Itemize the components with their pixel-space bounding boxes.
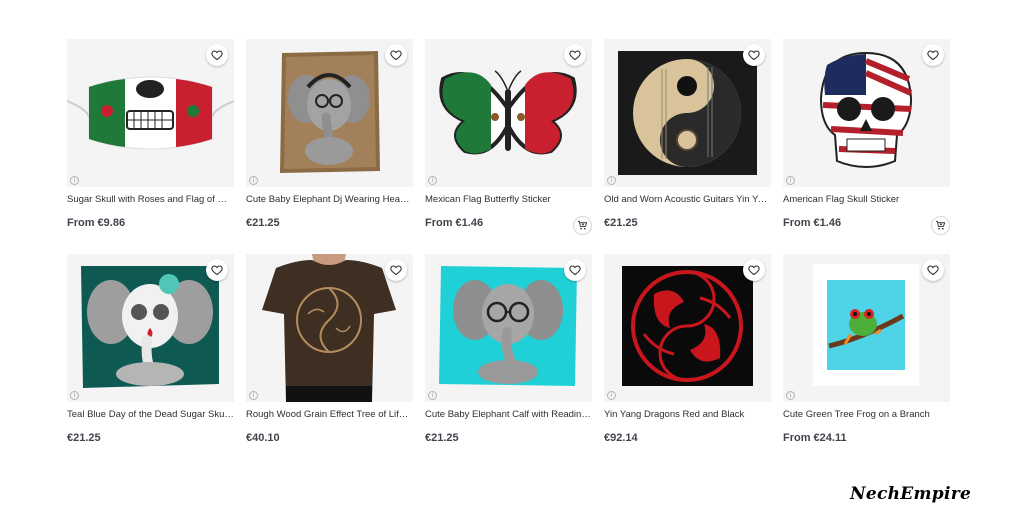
product-price: From €24.11 xyxy=(783,432,847,444)
product-price: €40.10 xyxy=(246,432,280,444)
favorite-heart-icon[interactable] xyxy=(564,44,586,66)
info-icon[interactable]: i xyxy=(70,391,79,400)
product-price: €21.25 xyxy=(67,432,101,444)
product-image[interactable]: i xyxy=(67,39,234,187)
info-icon[interactable]: i xyxy=(786,176,795,185)
info-icon[interactable]: i xyxy=(70,176,79,185)
product-title[interactable]: Mexican Flag Butterfly Sticker xyxy=(425,193,592,206)
favorite-heart-icon[interactable] xyxy=(564,259,586,281)
product-grid: i Sugar Skull with Roses and Flag of Mex… xyxy=(67,39,950,459)
product-card[interactable]: i Teal Blue Day of the Dead Sugar Skull … xyxy=(67,254,234,446)
product-title[interactable]: Cute Green Tree Frog on a Branch xyxy=(783,408,950,421)
info-icon[interactable]: i xyxy=(607,176,616,185)
product-title[interactable]: Cute Baby Elephant Dj Wearing Headphones xyxy=(246,193,413,206)
product-image[interactable]: i xyxy=(604,254,771,402)
product-image[interactable]: i xyxy=(246,39,413,187)
product-card[interactable]: i Yin Yang Dragons Red and Black €92.14 xyxy=(604,254,771,446)
favorite-heart-icon[interactable] xyxy=(922,44,944,66)
favorite-heart-icon[interactable] xyxy=(743,259,765,281)
product-price: From €1.46 xyxy=(425,217,484,229)
product-image[interactable]: i xyxy=(425,39,592,187)
favorite-heart-icon[interactable] xyxy=(743,44,765,66)
info-icon[interactable]: i xyxy=(786,391,795,400)
product-image[interactable]: i xyxy=(783,39,950,187)
product-title[interactable]: Teal Blue Day of the Dead Sugar Skull Ba… xyxy=(67,408,234,421)
add-to-cart-icon[interactable] xyxy=(931,216,950,235)
product-card[interactable]: i Sugar Skull with Roses and Flag of Mex… xyxy=(67,39,234,231)
info-icon[interactable]: i xyxy=(607,391,616,400)
product-card[interactable]: i Old and Worn Acoustic Guitars Yin Yang… xyxy=(604,39,771,231)
product-price: €21.25 xyxy=(425,432,459,444)
product-image[interactable]: i xyxy=(783,254,950,402)
product-card[interactable]: i Cute Baby Elephant Dj Wearing Headphon… xyxy=(246,39,413,231)
product-image[interactable]: i xyxy=(246,254,413,402)
product-title[interactable]: Rough Wood Grain Effect Tree of Life Yin… xyxy=(246,408,413,421)
product-price: €92.14 xyxy=(604,432,638,444)
product-card[interactable]: i Mexican Flag Butterfly Sticker From €1… xyxy=(425,39,592,235)
info-icon[interactable]: i xyxy=(428,391,437,400)
info-icon[interactable]: i xyxy=(249,391,258,400)
product-image[interactable]: i xyxy=(425,254,592,402)
favorite-heart-icon[interactable] xyxy=(206,259,228,281)
product-price: From €1.46 xyxy=(783,217,842,229)
favorite-heart-icon[interactable] xyxy=(206,44,228,66)
product-price: From €9.86 xyxy=(67,217,126,229)
product-title[interactable]: Yin Yang Dragons Red and Black xyxy=(604,408,771,421)
product-price: €21.25 xyxy=(246,217,280,229)
product-price: €21.25 xyxy=(604,217,638,229)
product-card[interactable]: i Rough Wood Grain Effect Tree of Life Y… xyxy=(246,254,413,446)
product-title[interactable]: Old and Worn Acoustic Guitars Yin Yang xyxy=(604,193,771,206)
product-title[interactable]: Cute Baby Elephant Calf with Reading Gla… xyxy=(425,408,592,421)
favorite-heart-icon[interactable] xyxy=(922,259,944,281)
product-card[interactable]: i American Flag Skull Sticker From €1.46 xyxy=(783,39,950,235)
product-card[interactable]: i Cute Baby Elephant Calf with Reading G… xyxy=(425,254,592,446)
add-to-cart-icon[interactable] xyxy=(573,216,592,235)
brand-watermark: NechEmpire xyxy=(850,484,972,504)
product-title[interactable]: Sugar Skull with Roses and Flag of Mexic… xyxy=(67,193,234,206)
product-card[interactable]: i Cute Green Tree Frog on a Branch From … xyxy=(783,254,950,446)
product-title[interactable]: American Flag Skull Sticker xyxy=(783,193,950,206)
product-image[interactable]: i xyxy=(604,39,771,187)
info-icon[interactable]: i xyxy=(249,176,258,185)
favorite-heart-icon[interactable] xyxy=(385,259,407,281)
favorite-heart-icon[interactable] xyxy=(385,44,407,66)
info-icon[interactable]: i xyxy=(428,176,437,185)
product-image[interactable]: i xyxy=(67,254,234,402)
